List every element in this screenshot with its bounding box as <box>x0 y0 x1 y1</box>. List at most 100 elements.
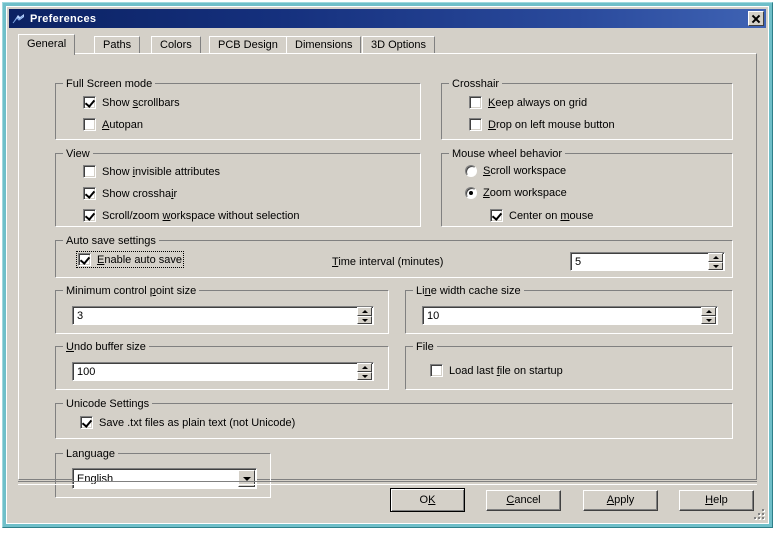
checkbox-enable-auto-save[interactable]: Enable auto save <box>75 251 185 268</box>
spinner-down-icon[interactable] <box>357 315 372 324</box>
checkbox-label: Show scrollbars <box>102 96 180 109</box>
title-bar[interactable]: Preferences <box>9 9 766 28</box>
resize-grip[interactable] <box>750 505 764 519</box>
radio-box <box>465 165 477 177</box>
checkbox-label: Load last file on startup <box>449 364 563 377</box>
label-time-interval: Time interval (minutes) <box>332 256 444 268</box>
checkbox-box <box>430 364 443 377</box>
input-time-interval[interactable]: 5 <box>570 252 725 271</box>
tab-dimensions[interactable]: Dimensions <box>286 36 362 54</box>
checkbox-show-invisible-attributes[interactable]: Show invisible attributes <box>83 165 220 178</box>
checkbox-label: Save .txt files as plain text (not Unico… <box>99 416 296 429</box>
checkbox-label: Show crosshair <box>102 187 178 200</box>
apply-button[interactable]: Apply <box>583 490 658 511</box>
input-minimum-control-point-size[interactable]: 3 <box>72 306 374 325</box>
input-value: 3 <box>77 309 84 322</box>
tab-colors[interactable]: Colors <box>151 36 201 54</box>
group-title-line-width-cache-size: Line width cache size <box>413 285 524 297</box>
input-value: 5 <box>575 255 582 268</box>
checkbox-label: Center on mouse <box>509 209 594 222</box>
checkbox-show-crosshair[interactable]: Show crosshair <box>83 187 177 200</box>
group-minimum-control-point-size: Minimum control point size 3 <box>55 285 389 334</box>
help-button[interactable]: Help <box>679 490 754 511</box>
button-bar: OK Cancel Apply Help <box>18 487 757 513</box>
spinner-up-icon[interactable] <box>357 363 372 372</box>
group-title-minimum-control-point-size: Minimum control point size <box>63 285 200 297</box>
radio-zoom-workspace[interactable]: Zoom workspace <box>465 187 567 199</box>
spinner-time-interval[interactable] <box>708 253 723 270</box>
checkbox-save-txt-files-as-plain-text[interactable]: Save .txt files as plain text (not Unico… <box>80 416 295 429</box>
group-title-mouse-wheel-behavior: Mouse wheel behavior <box>449 148 566 160</box>
checkbox-box <box>490 209 503 222</box>
group-title-language: Language <box>63 448 118 460</box>
window-title: Preferences <box>30 12 97 25</box>
spinner-undo-buffer-size[interactable] <box>357 363 372 380</box>
checkbox-label: Enable auto save <box>97 253 183 266</box>
checkbox-box <box>83 118 96 131</box>
spinner-up-icon[interactable] <box>701 307 716 316</box>
checkbox-box <box>469 118 482 131</box>
spinner-down-icon[interactable] <box>708 261 723 270</box>
radio-box <box>465 187 477 199</box>
checkbox-scroll-zoom-workspace-without-selection[interactable]: Scroll/zoom workspace without selection <box>83 209 300 222</box>
group-title-crosshair: Crosshair <box>449 78 503 90</box>
input-value: 10 <box>427 309 440 322</box>
checkbox-center-on-mouse[interactable]: Center on mouse <box>490 209 593 222</box>
group-unicode-settings: Unicode Settings Save .txt files as plai… <box>55 398 733 439</box>
group-title-view: View <box>63 148 93 160</box>
group-title-auto-save-settings: Auto save settings <box>63 235 159 247</box>
tab-page-general: Full Screen mode Show scrollbars Autopan… <box>18 53 757 498</box>
group-title-unicode-settings: Unicode Settings <box>63 398 153 410</box>
group-file: File Load last file on startup <box>405 341 733 390</box>
spinner-up-icon[interactable] <box>357 307 372 316</box>
spinner-minimum-control-point-size[interactable] <box>357 307 372 324</box>
radio-scroll-workspace[interactable]: Scroll workspace <box>465 165 566 177</box>
spinner-up-icon[interactable] <box>708 253 723 262</box>
checkbox-box <box>83 209 96 222</box>
checkbox-box <box>78 253 91 266</box>
group-view: View Show invisible attributes Show cros… <box>55 148 421 227</box>
group-mouse-wheel-behavior: Mouse wheel behavior Scroll workspace Zo… <box>441 148 733 227</box>
spinner-down-icon[interactable] <box>357 371 372 380</box>
button-bar-separator <box>18 481 757 485</box>
checkbox-show-scrollbars[interactable]: Show scrollbars <box>83 96 180 109</box>
checkbox-label: Show invisible attributes <box>102 165 221 178</box>
checkbox-label: Drop on left mouse button <box>488 118 615 131</box>
checkbox-drop-on-left-mouse-button[interactable]: Drop on left mouse button <box>469 118 615 131</box>
checkbox-box <box>83 165 96 178</box>
checkbox-label: Keep always on grid <box>488 96 588 109</box>
group-undo-buffer-size: Undo buffer size 100 <box>55 341 389 390</box>
tab-pcb-design[interactable]: PCB Design <box>209 36 287 54</box>
input-value: 100 <box>77 365 96 378</box>
dialog-client-area: General Paths Colors PCB Design Dimensio… <box>9 29 766 521</box>
group-line-width-cache-size: Line width cache size 10 <box>405 285 733 334</box>
group-title-full-screen-mode: Full Screen mode <box>63 78 156 90</box>
input-line-width-cache-size[interactable]: 10 <box>422 306 718 325</box>
input-undo-buffer-size[interactable]: 100 <box>72 362 374 381</box>
checkbox-label: Scroll/zoom workspace without selection <box>102 209 300 222</box>
close-icon[interactable] <box>748 11 764 26</box>
checkbox-box <box>83 187 96 200</box>
checkbox-box <box>469 96 482 109</box>
checkbox-load-last-file-on-startup[interactable]: Load last file on startup <box>430 364 563 377</box>
checkbox-box <box>83 96 96 109</box>
spinner-down-icon[interactable] <box>701 315 716 324</box>
group-title-file: File <box>413 341 437 353</box>
cancel-button[interactable]: Cancel <box>486 490 561 511</box>
ok-button[interactable]: OK <box>390 488 465 512</box>
checkbox-keep-always-on-grid[interactable]: Keep always on grid <box>469 96 587 109</box>
window-frame: Preferences General Paths Colors PCB Des… <box>2 2 773 528</box>
group-full-screen-mode: Full Screen mode Show scrollbars Autopan <box>55 78 421 140</box>
tab-paths[interactable]: Paths <box>94 36 141 54</box>
radio-label: Scroll workspace <box>483 165 567 177</box>
tab-general[interactable]: General <box>18 34 76 55</box>
checkbox-autopan[interactable]: Autopan <box>83 118 143 131</box>
select-language[interactable]: English <box>72 468 257 489</box>
window-inner: Preferences General Paths Colors PCB Des… <box>6 6 769 524</box>
tab-3d-options[interactable]: 3D Options <box>362 36 436 54</box>
spinner-line-width-cache-size[interactable] <box>701 307 716 324</box>
checkbox-box <box>80 416 93 429</box>
app-icon <box>12 12 26 26</box>
checkbox-label: Autopan <box>102 118 143 131</box>
radio-label: Zoom workspace <box>483 187 567 199</box>
